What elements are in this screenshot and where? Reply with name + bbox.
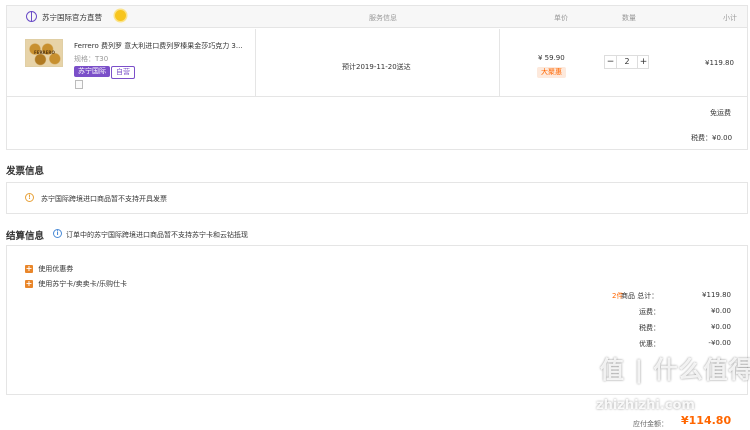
summary-row-goods: 2件 商品 总计： ¥119.80: [567, 291, 737, 301]
summary-label: 优惠：: [639, 340, 660, 348]
tax-fee: 税费：¥0.00: [691, 134, 733, 142]
store-name[interactable]: 苏宁国际官方直营: [42, 12, 102, 23]
payable-amount: ¥114.80: [681, 414, 732, 427]
watermark-url: zhizhizhi.com: [596, 398, 695, 413]
card-option-label[interactable]: 使用苏宁卡/卖卖卡/乐购仕卡: [38, 280, 127, 288]
quantity-value[interactable]: 2: [617, 56, 637, 68]
cart-panel: 苏宁国际官方直营 服务信息 单价 数量 小计 FERRERO Ferrero 费…: [6, 5, 748, 150]
summary-value: ¥0.00: [710, 323, 731, 331]
product-image-logo: FERRERO: [34, 50, 55, 55]
expand-plus-icon[interactable]: +: [25, 265, 33, 273]
cart-header: 苏宁国际官方直营 服务信息 单价 数量 小计: [7, 6, 747, 28]
brand-tag: 苏宁国际: [74, 66, 110, 77]
delivery-eta: 预计2019-11-20送达: [342, 63, 411, 71]
product-title[interactable]: Ferrero 费列罗 意大利进口费列罗榛果金莎巧克力 3...: [74, 41, 259, 51]
watermark-text: 值 | 什么值得买: [600, 356, 750, 384]
unit-price: ¥ 59.90: [538, 54, 565, 62]
free-shipping: 免运费: [710, 109, 731, 117]
coupon-option-label[interactable]: 使用优惠券: [38, 265, 73, 273]
quantity-stepper[interactable]: − 2 +: [604, 55, 649, 69]
promo-tag: 大聚惠: [537, 67, 566, 78]
summary-row-tax: 税费： ¥0.00: [567, 323, 737, 333]
product-image[interactable]: FERRERO: [25, 39, 63, 67]
summary-row-shipping: 运费： ¥0.00: [567, 307, 737, 317]
summary-value: -¥0.00: [708, 339, 731, 347]
sun-badge-icon: [115, 10, 126, 21]
invoice-panel: ! 苏宁国际跨境进口商品暂不支持开具发票: [6, 182, 748, 214]
decrease-button[interactable]: −: [605, 56, 617, 68]
col-subtotal: 小计: [723, 14, 737, 22]
col-qty: 数量: [622, 14, 636, 22]
payable-label: 应付金额：: [633, 420, 668, 428]
self-operated-tag: 自营: [111, 66, 135, 79]
product-spec: 规格：T30: [74, 55, 109, 63]
info-icon: i: [53, 229, 62, 238]
summary-row-discount: 优惠： -¥0.00: [567, 339, 737, 349]
col-service: 服务信息: [369, 14, 397, 22]
summary-label: 运费：: [639, 308, 660, 316]
invoice-title: 发票信息: [6, 166, 45, 177]
summary-label: 商品 总计：: [621, 292, 659, 300]
expand-plus-icon[interactable]: +: [25, 280, 33, 288]
settlement-notice: 订单中的苏宁国际跨境进口商品暂不支持苏宁卡和云钻抵现: [66, 231, 248, 239]
settlement-title: 结算信息: [6, 231, 45, 242]
warning-icon: !: [25, 193, 34, 202]
col-price: 单价: [554, 14, 568, 22]
divider-left: [255, 29, 256, 97]
card-option[interactable]: + 使用苏宁卡/卖卖卡/乐购仕卡: [25, 279, 127, 289]
invoice-note: 苏宁国际跨境进口商品暂不支持开具发票: [41, 195, 167, 203]
divider-right: [499, 29, 500, 97]
cart-item-row: FERRERO Ferrero 费列罗 意大利进口费列罗榛果金莎巧克力 3...…: [7, 29, 747, 97]
summary-value: ¥119.80: [702, 291, 731, 299]
summary-label: 税费：: [639, 324, 660, 332]
increase-button[interactable]: +: [637, 56, 649, 68]
summary-value: ¥0.00: [710, 307, 731, 315]
coupon-option[interactable]: + 使用优惠券: [25, 264, 73, 274]
globe-lines-icon: [31, 11, 32, 22]
service-guarantee-icon: [75, 80, 83, 89]
item-subtotal: ¥119.80: [705, 59, 734, 67]
